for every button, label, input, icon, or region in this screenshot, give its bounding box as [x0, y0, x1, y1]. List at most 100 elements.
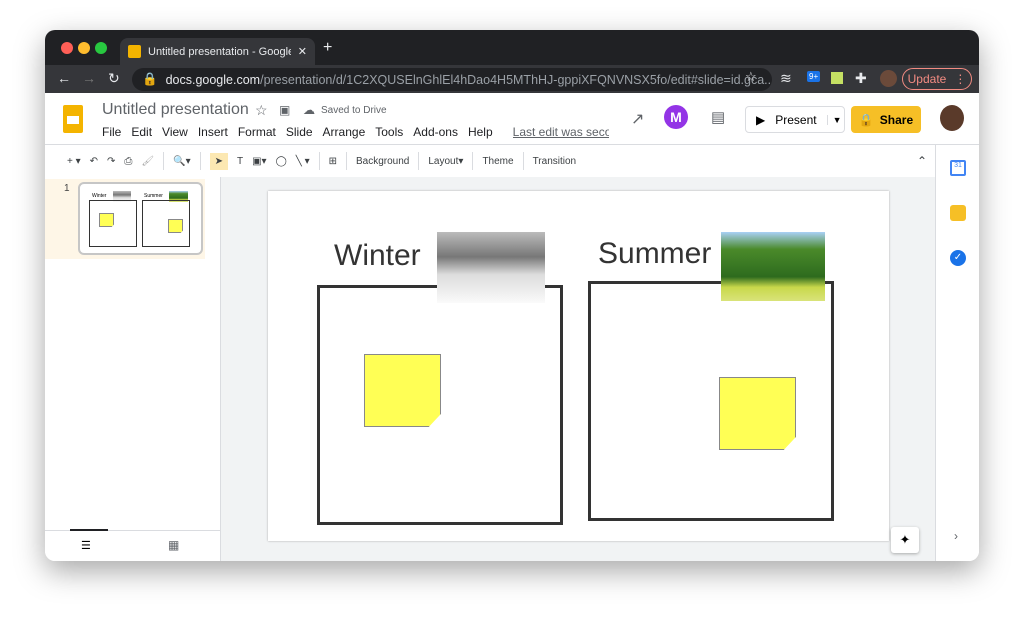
forward-icon[interactable]: →	[82, 70, 96, 86]
redo-icon[interactable]: ↷	[107, 156, 115, 167]
divider	[522, 152, 524, 170]
url-path: /presentation/d/1C2XQUSElnGhlEl4hDao4H5M…	[260, 72, 772, 87]
browser-tab[interactable]: Untitled presentation - Google ✕	[120, 38, 315, 65]
menu-arrange[interactable]: Arrange	[323, 125, 366, 139]
maximize-window-button[interactable]	[95, 42, 107, 54]
divider	[346, 152, 347, 170]
present-dropdown-icon[interactable]: ▼	[826, 114, 847, 125]
extension-badge[interactable]: 9+	[807, 71, 821, 82]
grid-view-icon[interactable]: ▦	[168, 538, 179, 552]
update-label: Update	[907, 72, 947, 86]
summer-title[interactable]: Summer	[598, 237, 711, 271]
view-switcher: ☰ ▦	[45, 529, 221, 561]
share-button[interactable]: 🔒 Share	[851, 106, 921, 133]
layout-button[interactable]: Layout▾	[428, 156, 463, 167]
active-view-indicator	[70, 529, 108, 531]
slide-thumbnail[interactable]: Winter Summer	[78, 182, 203, 255]
extension-icon[interactable]	[831, 72, 843, 84]
menu-edit[interactable]: Edit	[131, 125, 152, 139]
user-avatar[interactable]	[940, 105, 964, 131]
text-box-icon[interactable]: T	[237, 156, 243, 167]
image-icon[interactable]: ▣▾	[252, 156, 266, 167]
close-window-button[interactable]	[61, 42, 73, 54]
winter-image[interactable]	[437, 232, 545, 303]
comments-icon[interactable]: ▤	[711, 108, 725, 126]
theme-button[interactable]: Theme	[482, 156, 513, 167]
menu-view[interactable]: View	[162, 125, 188, 139]
thumb-sticky-note	[168, 219, 183, 233]
tasks-icon[interactable]: ✓	[950, 250, 966, 266]
url-input[interactable]: 🔒 docs.google.com/presentation/d/1C2XQUS…	[132, 68, 772, 91]
divider	[199, 152, 201, 170]
layout-label: Layout	[428, 155, 459, 167]
menu-bar: File Edit View Insert Format Slide Arran…	[102, 125, 609, 139]
sticky-note[interactable]	[719, 377, 796, 450]
calendar-icon[interactable]: 31	[950, 160, 966, 176]
transition-button[interactable]: Transition	[533, 156, 577, 167]
keep-icon[interactable]	[950, 205, 966, 221]
reload-icon[interactable]: ↻	[108, 70, 120, 87]
menu-help[interactable]: Help	[468, 125, 493, 139]
new-slide-icon[interactable]: + ▾	[67, 156, 81, 167]
menu-insert[interactable]: Insert	[198, 125, 228, 139]
activity-trend-icon[interactable]: ↗	[631, 109, 644, 129]
new-tab-button[interactable]: +	[323, 39, 332, 57]
more-icon: ⋮	[954, 72, 967, 86]
line-icon[interactable]: ╲ ▾	[296, 156, 310, 167]
comment-add-icon[interactable]: ⊞	[329, 156, 337, 167]
close-tab-icon[interactable]: ✕	[298, 45, 307, 58]
thumb-summer-label: Summer	[144, 193, 163, 199]
back-icon[interactable]: ←	[57, 70, 71, 86]
explore-button[interactable]: ✦	[891, 527, 919, 553]
slide[interactable]: Winter Summer	[268, 191, 889, 541]
present-button[interactable]: ▶ Present ▼	[745, 106, 845, 133]
extensions-puzzle-icon[interactable]: ✚	[855, 70, 867, 87]
divider	[472, 152, 474, 170]
sticky-note[interactable]	[364, 354, 441, 427]
save-status: Saved to Drive	[321, 105, 387, 116]
collapse-toolbar-icon[interactable]: ⌃	[917, 154, 927, 168]
slides-logo-icon[interactable]	[63, 105, 83, 133]
undo-icon[interactable]: ↶	[90, 156, 98, 167]
divider	[318, 152, 320, 170]
lock-icon: 🔒	[142, 72, 158, 86]
summer-image[interactable]	[721, 232, 825, 301]
present-label: Present	[775, 112, 817, 127]
divider	[418, 152, 420, 170]
docs-header: Untitled presentation ☆ ▣ ☁ Saved to Dri…	[45, 93, 979, 145]
thumb-winter-label: Winter	[92, 193, 107, 199]
star-icon[interactable]: ☆	[255, 102, 268, 119]
paint-format-icon[interactable]: 🖌	[141, 156, 154, 167]
addon-m-icon[interactable]: M	[664, 105, 688, 129]
toolbar: + ▾ ↶ ↷ ⎙ 🖌 🔍▾ ➤ T ▣▾ ◯ ╲ ▾ ⊞ Background…	[45, 145, 935, 177]
update-button[interactable]: Update ⋮	[902, 68, 972, 90]
slide-number: 1	[64, 183, 70, 194]
divider	[163, 152, 165, 170]
cloud-saved-icon: ☁	[303, 103, 315, 117]
menu-slide[interactable]: Slide	[286, 125, 313, 139]
zoom-icon[interactable]: 🔍▾	[173, 156, 190, 167]
last-edit-link[interactable]: Last edit was seconds ago	[513, 125, 609, 139]
shape-icon[interactable]: ◯	[276, 156, 287, 167]
menu-file[interactable]: File	[102, 125, 121, 139]
lock-icon: 🔒	[858, 112, 874, 127]
menu-tools[interactable]: Tools	[375, 125, 403, 139]
extension-layers-icon[interactable]: ≋	[780, 70, 792, 87]
profile-avatar[interactable]	[880, 70, 897, 87]
background-button[interactable]: Background	[356, 156, 409, 167]
bookmark-star-icon[interactable]: ☆	[745, 69, 757, 85]
thumb-sticky-note	[99, 213, 114, 227]
document-title[interactable]: Untitled presentation	[102, 101, 249, 119]
summer-box[interactable]	[588, 281, 834, 521]
minimize-window-button[interactable]	[78, 42, 90, 54]
slides-favicon-icon	[128, 45, 141, 58]
menu-addons[interactable]: Add-ons	[413, 125, 458, 139]
winter-title[interactable]: Winter	[334, 239, 421, 273]
menu-format[interactable]: Format	[238, 125, 276, 139]
expand-panel-icon[interactable]: ›	[954, 529, 958, 543]
select-cursor-icon[interactable]: ➤	[209, 152, 228, 170]
print-icon[interactable]: ⎙	[124, 156, 132, 167]
filmstrip-panel: 1 Winter Summer ☰ ▦	[45, 177, 221, 561]
move-folder-icon[interactable]: ▣	[279, 103, 290, 117]
filmstrip-view-icon[interactable]: ☰	[81, 539, 91, 552]
